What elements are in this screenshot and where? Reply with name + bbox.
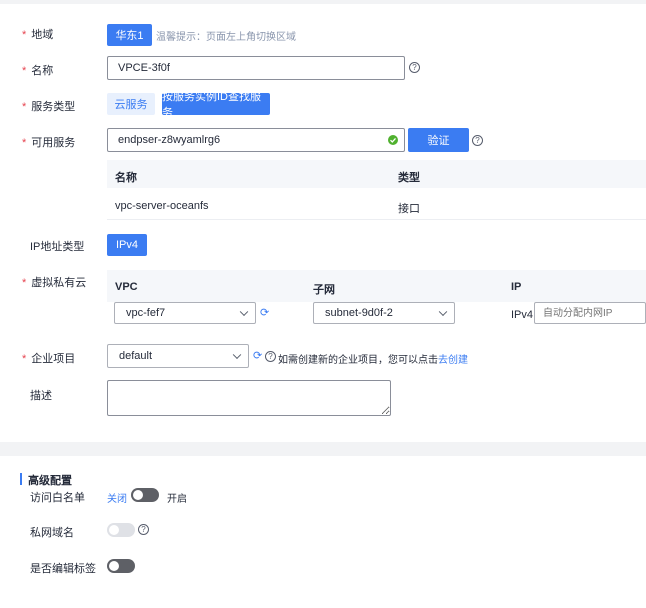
region-label: 地域 <box>22 26 53 42</box>
cloud-service-option[interactable]: 云服务 <box>107 93 155 115</box>
check-success-icon <box>388 135 398 145</box>
subnet-header: 子网 <box>313 284 335 296</box>
ip-header: IP <box>511 281 522 293</box>
table-header-type: 类型 <box>398 172 420 184</box>
chevron-down-icon <box>232 350 242 360</box>
refresh-icon[interactable]: ⟳ <box>260 308 269 319</box>
vpc-select[interactable]: vpc-fef7 <box>114 302 256 324</box>
service-id-input[interactable]: endpser-z8wyamlrg6 <box>107 128 405 152</box>
region-tip: 温馨提示：页面左上角切换区域 <box>156 32 296 43</box>
hint-text: 如需创建新的企业项目，您可以点击 <box>278 355 438 366</box>
ip-input[interactable] <box>534 302 646 324</box>
whitelist-label: 访问白名单 <box>30 492 85 504</box>
ipv4-prefix: IPv4: <box>511 309 537 321</box>
edit-tags-toggle[interactable] <box>107 559 135 573</box>
private-dns-toggle[interactable] <box>107 523 135 537</box>
enterprise-project-label: 企业项目 <box>22 350 75 366</box>
table-header-name: 名称 <box>115 172 137 184</box>
enterprise-project-select[interactable]: default <box>107 344 249 368</box>
ip-type-label: IP地址类型 <box>30 241 85 253</box>
enterprise-project-hint: 如需创建新的企业项目，您可以点击去创建 <box>278 351 468 366</box>
service-type-label: 服务类型 <box>22 98 75 114</box>
whitelist-toggle[interactable] <box>131 488 159 502</box>
table-cell-name: vpc-server-oceanfs <box>115 200 209 212</box>
ipv4-option[interactable]: IPv4 <box>107 234 147 256</box>
vpc-table-header <box>107 270 646 302</box>
description-textarea[interactable] <box>107 380 391 416</box>
table-cell-type: 接口 <box>398 203 420 215</box>
basic-config-card: 地域 华东1 温馨提示：页面左上角切换区域 名称 VPCE-3f0f ? 服务类… <box>0 4 646 442</box>
chevron-down-icon <box>438 307 448 317</box>
advanced-config-card: 高级配置 访问白名单 关闭 开启 私网域名 ? 是否编辑标签 <box>0 456 646 608</box>
verify-button[interactable]: 验证 <box>408 128 469 152</box>
service-id-value: endpser-z8wyamlrg6 <box>118 134 221 146</box>
region-button[interactable]: 华东1 <box>107 24 152 46</box>
help-icon[interactable]: ? <box>265 351 276 362</box>
advanced-title: 高级配置 <box>28 475 72 487</box>
edit-tags-label: 是否编辑标签 <box>30 563 96 575</box>
create-link[interactable]: 去创建 <box>438 355 468 366</box>
subnet-select-value: subnet-9d0f-2 <box>325 307 393 319</box>
vpc-select-value: vpc-fef7 <box>126 307 166 319</box>
name-input[interactable]: VPCE-3f0f <box>107 56 405 80</box>
description-label: 描述 <box>30 390 52 402</box>
section-accent-bar <box>20 473 22 485</box>
available-service-label: 可用服务 <box>22 134 75 150</box>
help-icon[interactable]: ? <box>138 524 149 535</box>
enterprise-project-value: default <box>119 350 153 362</box>
chevron-down-icon <box>239 307 249 317</box>
private-dns-label: 私网域名 <box>30 527 74 539</box>
table-row: vpc-server-oceanfs 接口 <box>107 188 646 220</box>
vpc-header: VPC <box>115 281 138 293</box>
whitelist-off-label: 关闭 <box>107 494 127 505</box>
help-icon[interactable]: ? <box>472 135 483 146</box>
find-by-id-option[interactable]: 按服务实例ID查找服务 <box>162 91 270 119</box>
subnet-select[interactable]: subnet-9d0f-2 <box>313 302 455 324</box>
name-input-value: VPCE-3f0f <box>118 62 170 74</box>
vpc-label: 虚拟私有云 <box>22 274 86 290</box>
help-icon[interactable]: ? <box>409 62 420 73</box>
service-table-header <box>107 160 646 188</box>
name-label: 名称 <box>22 62 53 78</box>
whitelist-on-label: 开启 <box>167 494 187 505</box>
refresh-icon[interactable]: ⟳ <box>253 351 262 362</box>
